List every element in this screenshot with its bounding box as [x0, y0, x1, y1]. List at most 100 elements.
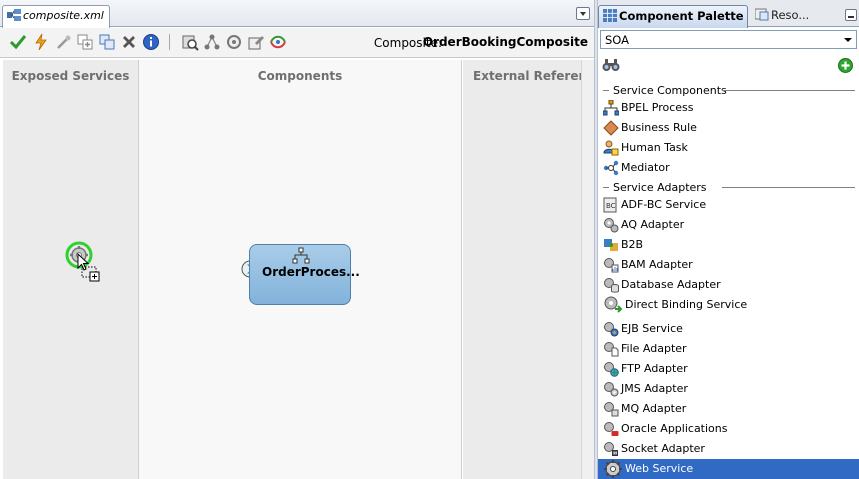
- mediator-component[interactable]: OrderProces...: [249, 244, 360, 305]
- component-label: OrderProces...: [262, 265, 360, 279]
- info-icon[interactable]: [142, 33, 160, 51]
- exposed-services-title: Exposed Services: [11, 69, 130, 83]
- item-label: Web Service: [625, 462, 694, 475]
- item-label: JMS Adapter: [621, 382, 688, 395]
- palette-item-socket-adapter[interactable]: Socket Adapter: [598, 439, 859, 459]
- flow-icon[interactable]: [269, 33, 287, 51]
- database-adapter-icon: [603, 277, 619, 293]
- deploy-icon[interactable]: [32, 33, 50, 51]
- item-label: Direct Binding Service: [625, 298, 748, 311]
- bam-adapter-icon: [603, 257, 619, 273]
- palette-item-oracle-applications[interactable]: Oracle Applications: [598, 419, 859, 439]
- file-adapter-icon: [603, 341, 619, 357]
- web-service-icon: [603, 459, 623, 479]
- aq-adapter-icon: [603, 217, 619, 233]
- binoculars-search-icon[interactable]: [602, 57, 620, 73]
- palette-item-bpel-process[interactable]: BPEL Process: [598, 98, 859, 118]
- item-label: File Adapter: [621, 342, 687, 355]
- item-label: AQ Adapter: [621, 218, 685, 231]
- item-label: Socket Adapter: [621, 442, 705, 455]
- oracle-applications-icon: [603, 421, 619, 437]
- validate-icon[interactable]: [9, 33, 27, 51]
- add-icon[interactable]: [76, 33, 94, 51]
- palette-item-web-service[interactable]: Web Service: [598, 459, 859, 479]
- b2b-icon: [603, 237, 619, 253]
- test-icon[interactable]: [181, 33, 199, 51]
- refresh-icon[interactable]: [225, 33, 243, 51]
- palette-item-aq-adapter[interactable]: AQ Adapter: [598, 215, 859, 235]
- editor-toolbar: Composite: OrderBookingComposite: [0, 28, 594, 58]
- external-references-swimlane[interactable]: External References: [463, 60, 581, 479]
- composite-file-icon: [7, 9, 21, 21]
- component-palette-panel: Component Palette Reso... SOA Service Co…: [598, 0, 859, 479]
- adf-bc-icon: BC: [603, 197, 619, 213]
- item-label: FTP Adapter: [621, 362, 688, 375]
- palette-category-value: SOA: [605, 33, 630, 47]
- external-references-title: External References: [473, 69, 581, 83]
- palette-item-business-rule[interactable]: Business Rule: [598, 118, 859, 138]
- section-label: Service Adapters: [613, 181, 711, 194]
- composite-editor: composite.xml Composite: OrderBookingCom…: [0, 0, 594, 479]
- ftp-adapter-icon: [603, 361, 619, 377]
- layout-icon[interactable]: [203, 33, 221, 51]
- composite-canvas[interactable]: Exposed Services Components External Ref…: [3, 60, 581, 479]
- direct-binding-icon: [603, 295, 623, 315]
- delete-icon[interactable]: [120, 33, 138, 51]
- item-label: B2B: [621, 238, 644, 251]
- editor-tab-bar: composite.xml: [0, 0, 594, 28]
- palette-item-ftp-adapter[interactable]: FTP Adapter: [598, 359, 859, 379]
- editor-vertical-scrollbar[interactable]: [581, 60, 594, 479]
- tab-label: composite.xml: [23, 9, 104, 22]
- resource-palette-icon: [754, 8, 769, 21]
- palette-category-select[interactable]: SOA: [600, 30, 857, 49]
- tab-resource-palette[interactable]: Reso...: [751, 5, 835, 28]
- mq-adapter-icon: [603, 401, 619, 417]
- tab-component-palette[interactable]: Component Palette: [598, 5, 748, 28]
- item-label: BPEL Process: [621, 101, 694, 114]
- palette-item-mediator[interactable]: Mediator: [598, 158, 859, 178]
- item-label: Human Task: [621, 141, 688, 154]
- socket-adapter-icon: [603, 441, 619, 457]
- palette-search-row: [598, 52, 859, 78]
- wire-icon[interactable]: [55, 33, 73, 51]
- drag-cursor-icon: [77, 252, 105, 285]
- item-label: Oracle Applications: [621, 422, 728, 435]
- components-title: Components: [257, 69, 343, 83]
- item-label: MQ Adapter: [621, 402, 687, 415]
- copy-icon[interactable]: [98, 33, 116, 51]
- toolbar-separator: [169, 34, 170, 50]
- tab-resource-palette-label: Reso...: [771, 8, 810, 22]
- palette-tab-bar: Component Palette Reso...: [598, 0, 859, 28]
- exposed-services-swimlane[interactable]: Exposed Services: [3, 60, 139, 479]
- edit-icon[interactable]: [247, 33, 265, 51]
- tab-list-dropdown[interactable]: [576, 7, 590, 20]
- tab-composite-xml[interactable]: composite.xml: [2, 5, 110, 28]
- palette-item-human-task[interactable]: Human Task: [598, 138, 859, 158]
- item-label: ADF-BC Service: [621, 198, 707, 211]
- chevron-down-icon[interactable]: [840, 31, 856, 48]
- item-label: EJB Service: [621, 322, 683, 335]
- palette-item-direct-binding-service[interactable]: Direct Binding Service: [598, 295, 859, 315]
- palette-item-list: Service Components BPEL Process Business…: [598, 80, 859, 479]
- ejb-service-icon: [603, 321, 619, 337]
- item-label: Database Adapter: [621, 278, 721, 291]
- mediator-icon: [292, 247, 310, 265]
- business-rule-icon: [603, 120, 619, 136]
- human-task-icon: [603, 140, 619, 156]
- palette-item-bam-adapter[interactable]: BAM Adapter: [598, 255, 859, 275]
- palette-item-adf-bc-service[interactable]: BC ADF-BC Service: [598, 195, 859, 215]
- palette-item-database-adapter[interactable]: Database Adapter: [598, 275, 859, 295]
- add-to-palette-icon[interactable]: [838, 58, 853, 73]
- item-label: Business Rule: [621, 121, 697, 134]
- jms-adapter-icon: [603, 381, 619, 397]
- tab-component-palette-label: Component Palette: [619, 9, 744, 23]
- mediator-icon: [603, 160, 619, 176]
- palette-item-b2b[interactable]: B2B: [598, 235, 859, 255]
- item-label: Mediator: [621, 161, 670, 174]
- palette-grid-icon: [603, 9, 617, 22]
- palette-item-file-adapter[interactable]: File Adapter: [598, 339, 859, 359]
- palette-item-jms-adapter[interactable]: JMS Adapter: [598, 379, 859, 399]
- palette-item-mq-adapter[interactable]: MQ Adapter: [598, 399, 859, 419]
- minimize-palette-button[interactable]: [845, 9, 857, 21]
- palette-item-ejb-service[interactable]: EJB Service: [598, 319, 859, 339]
